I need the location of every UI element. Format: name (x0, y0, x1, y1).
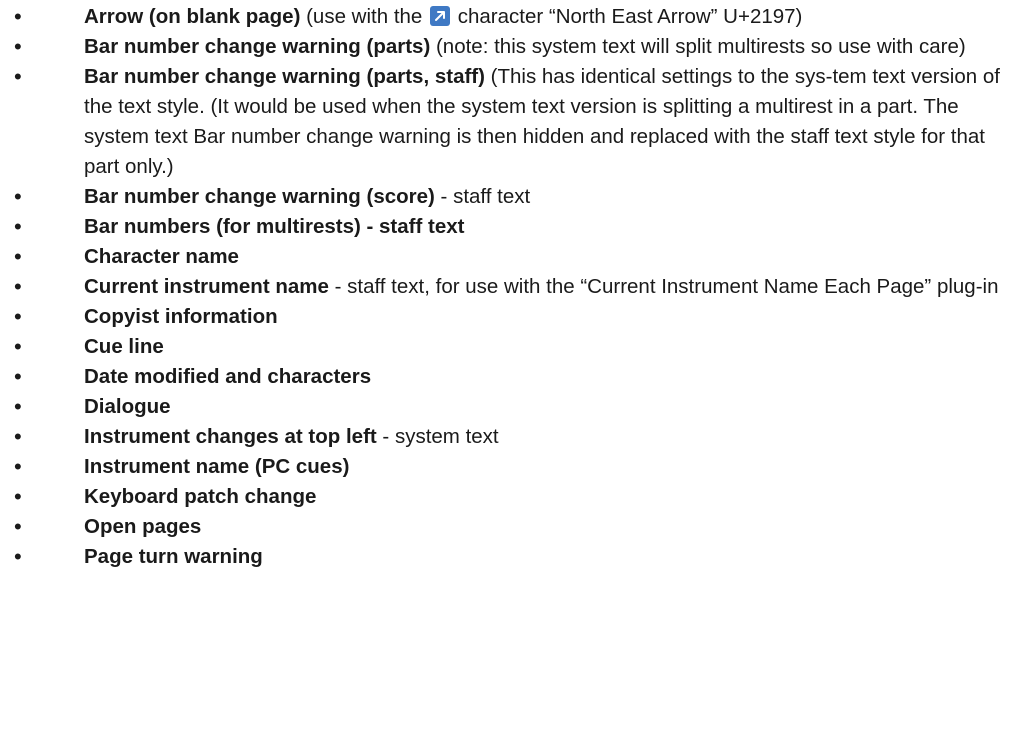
list-item: • Dialogue (0, 392, 1017, 422)
list-item: • Arrow (on blank page) (use with the ch… (0, 2, 1017, 32)
bullet: • (14, 274, 22, 299)
item-title: Dialogue (84, 395, 171, 418)
item-description: - staff text, for use with the “Current … (328, 275, 999, 298)
bullet: • (14, 184, 22, 209)
item-description: character “North East Arrow” U+2197) (452, 5, 803, 28)
text-style-list: • Arrow (on blank page) (use with the ch… (0, 2, 1017, 572)
bullet: • (14, 454, 22, 479)
list-item: • Character name (0, 242, 1017, 272)
item-title: Bar number change warning (parts) (84, 35, 431, 58)
item-title: Page turn warning (84, 545, 263, 568)
bullet: • (14, 394, 22, 419)
bullet: • (14, 4, 22, 29)
bullet: • (14, 364, 22, 389)
bullet: • (14, 514, 22, 539)
item-description: (use with the (300, 5, 429, 28)
item-title: Keyboard patch change (84, 485, 317, 508)
item-title: Copyist information (84, 305, 278, 328)
list-item: • Copyist information (0, 302, 1017, 332)
list-item: • Instrument changes at top left - syste… (0, 422, 1017, 452)
item-title: Bar number change warning (score) (84, 185, 435, 208)
item-title: Character name (84, 245, 239, 268)
item-title: Instrument changes at top left (84, 425, 377, 448)
list-item: • Bar numbers (for multirests) - staff t… (0, 212, 1017, 242)
item-description: - staff text (434, 185, 531, 208)
item-title: Bar number change warning (parts, staff) (84, 65, 485, 88)
item-title: Current instrument name (84, 275, 329, 298)
list-item: • Open pages (0, 512, 1017, 542)
bullet: • (14, 304, 22, 329)
list-item: • Bar number change warning (score) - st… (0, 182, 1017, 212)
list-item: • Cue line (0, 332, 1017, 362)
list-item: • Bar number change warning (parts) (not… (0, 32, 1017, 62)
list-item: • Keyboard patch change (0, 482, 1017, 512)
item-description: (note: this system text will split multi… (430, 35, 966, 58)
bullet: • (14, 334, 22, 359)
item-title: Date modified and characters (84, 365, 372, 388)
list-item: • Page turn warning (0, 542, 1017, 572)
bullet: • (14, 544, 22, 569)
list-item: • Bar number change warning (parts, staf… (0, 62, 1017, 182)
item-title: Cue line (84, 335, 164, 358)
list-item: • Current instrument name - staff text, … (0, 272, 1017, 302)
list-item: • Instrument name (PC cues) (0, 452, 1017, 482)
bullet: • (14, 214, 22, 239)
item-description: - system text (376, 425, 499, 448)
bullet: • (14, 484, 22, 509)
bullet: • (14, 244, 22, 269)
bullet: • (14, 64, 22, 89)
item-title: Instrument name (PC cues) (84, 455, 350, 478)
north-east-arrow-icon (430, 6, 451, 26)
item-title: Arrow (on blank page) (84, 5, 301, 28)
item-title: Open pages (84, 515, 202, 538)
bullet: • (14, 424, 22, 449)
list-item: • Date modified and characters (0, 362, 1017, 392)
bullet: • (14, 34, 22, 59)
item-title: Bar numbers (for multirests) - staff tex… (84, 215, 465, 238)
